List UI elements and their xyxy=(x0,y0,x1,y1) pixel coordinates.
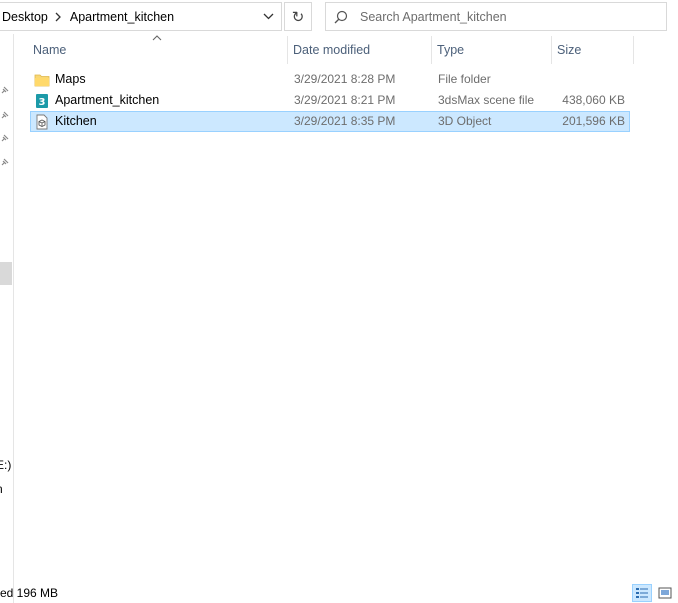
details-view-button[interactable] xyxy=(632,584,652,602)
folder-icon xyxy=(34,72,50,88)
file-date: 3/29/2021 8:35 PM xyxy=(294,114,396,128)
file-explorer-window: Desktop Apartment_kitchen ↻ E:) n xyxy=(0,0,678,603)
refresh-button[interactable]: ↻ xyxy=(284,2,312,31)
3d-object-icon xyxy=(34,114,50,130)
breadcrumb-desktop[interactable]: Desktop xyxy=(0,10,50,24)
file-name: Kitchen xyxy=(55,114,97,128)
file-date: 3/29/2021 8:21 PM xyxy=(294,93,396,107)
large-icons-view-icon xyxy=(658,587,672,599)
column-name[interactable]: Name xyxy=(28,36,288,64)
nav-item-selected[interactable] xyxy=(0,262,12,285)
pin-icon xyxy=(0,84,10,94)
chevron-right-icon[interactable] xyxy=(50,3,68,30)
pin-icon xyxy=(0,156,10,166)
column-date-modified[interactable]: Date modified xyxy=(288,36,432,64)
file-name: Maps xyxy=(55,72,86,86)
column-header: Name Date modified Type Size xyxy=(28,35,634,64)
address-bar[interactable]: Desktop Apartment_kitchen xyxy=(0,2,282,31)
navigation-pane[interactable]: E:) n xyxy=(0,34,14,603)
file-type: 3D Object xyxy=(438,114,492,128)
breadcrumb-apartment-kitchen[interactable]: Apartment_kitchen xyxy=(68,10,176,24)
search-box[interactable] xyxy=(325,2,667,31)
file-row-maps[interactable]: Maps 3/29/2021 8:28 PM File folder xyxy=(30,69,630,90)
chevron-down-icon[interactable] xyxy=(255,3,281,30)
details-view-icon xyxy=(636,588,648,598)
file-size: 438,060 KB xyxy=(562,93,625,107)
3dsmax-file-icon: 3 xyxy=(34,93,50,109)
column-size[interactable]: Size xyxy=(552,36,634,64)
search-icon xyxy=(326,10,356,24)
pin-icon xyxy=(0,109,10,119)
svg-text:3: 3 xyxy=(39,97,46,108)
file-type: File folder xyxy=(438,72,491,86)
file-name: Apartment_kitchen xyxy=(55,93,160,107)
file-type: 3dsMax scene file xyxy=(438,93,535,107)
refresh-icon: ↻ xyxy=(291,8,305,26)
nav-drive-label[interactable]: E:) xyxy=(0,458,11,472)
status-bar-text: ed 196 MB xyxy=(0,586,59,600)
file-list: Maps 3/29/2021 8:28 PM File folder 3 Apa… xyxy=(30,69,630,132)
nav-item-label[interactable]: n xyxy=(0,482,3,496)
file-date: 3/29/2021 8:28 PM xyxy=(294,72,396,86)
file-row-apartment-kitchen[interactable]: 3 Apartment_kitchen 3/29/2021 8:21 PM 3d… xyxy=(30,90,630,111)
pin-icon xyxy=(0,132,10,142)
file-row-kitchen[interactable]: Kitchen 3/29/2021 8:35 PM 3D Object 201,… xyxy=(30,111,630,132)
column-type[interactable]: Type xyxy=(432,36,552,64)
search-input[interactable] xyxy=(356,9,646,24)
file-size: 201,596 KB xyxy=(562,114,625,128)
large-icons-view-button[interactable] xyxy=(655,584,675,602)
